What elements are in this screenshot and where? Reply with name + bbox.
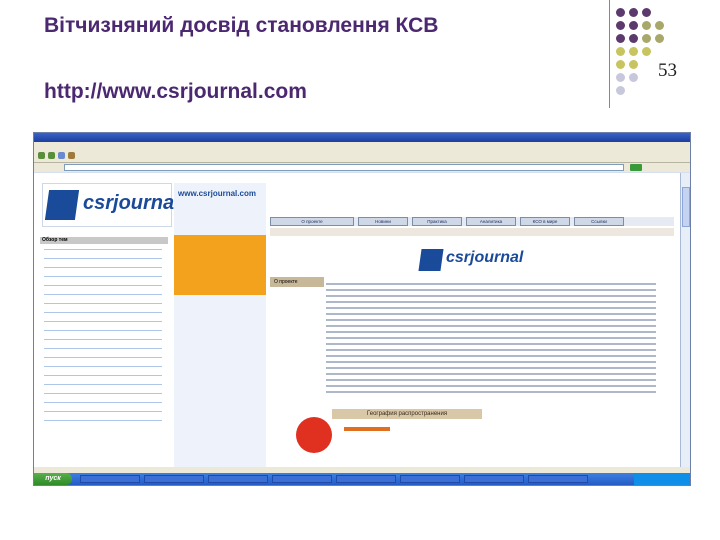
sidebar-link[interactable]: [44, 373, 168, 379]
sidebar-link[interactable]: [44, 319, 168, 325]
dot: [642, 21, 651, 30]
featured-banner[interactable]: [174, 235, 266, 295]
site-nav: О проекте Новини Практика Аналитика КСО …: [270, 217, 674, 226]
vertical-scrollbar[interactable]: [680, 173, 690, 467]
taskbar-item[interactable]: [208, 475, 268, 483]
nav-item-analytics[interactable]: Аналитика: [466, 217, 516, 226]
sidebar-link[interactable]: [44, 265, 168, 271]
page-number: 53: [658, 60, 677, 81]
content-logo-text: csrjournal: [446, 249, 524, 266]
sidebar-link[interactable]: [44, 292, 168, 298]
site-logo[interactable]: csrjournal: [42, 183, 180, 227]
taskbar-item[interactable]: [144, 475, 204, 483]
nav-item-practice[interactable]: Практика: [412, 217, 462, 226]
dot: [642, 8, 651, 17]
sidebar-link[interactable]: [44, 355, 168, 361]
sidebar-link[interactable]: [44, 382, 168, 388]
browser-toolbar: [34, 150, 690, 163]
dot: [629, 60, 638, 69]
dot: [616, 47, 625, 56]
dot: [655, 21, 664, 30]
sidebar-link[interactable]: [44, 364, 168, 370]
dot: [616, 86, 625, 95]
dot: [616, 21, 625, 30]
dot: [642, 34, 651, 43]
content-logo: csrjournal: [418, 247, 524, 273]
scroll-thumb[interactable]: [682, 187, 690, 227]
taskbar-item[interactable]: [272, 475, 332, 483]
content-text-block: [326, 283, 656, 397]
browser-menubar: [34, 142, 690, 150]
red-circle-graphic: [296, 417, 332, 453]
middle-site-url[interactable]: www.csrjournal.com: [178, 189, 256, 198]
sidebar-link[interactable]: [44, 337, 168, 343]
sidebar-link[interactable]: [44, 409, 168, 415]
sidebar-link[interactable]: [44, 274, 168, 280]
dot: [616, 34, 625, 43]
sidebar-link[interactable]: [44, 283, 168, 289]
nav-item-about[interactable]: О проекте: [270, 217, 354, 226]
slide-title: Вітчизняний досвід становлення КСВ: [44, 14, 439, 37]
divider-line: [609, 0, 610, 108]
system-tray: [634, 473, 690, 485]
dot: [655, 34, 664, 43]
site-subnav: [270, 228, 674, 236]
address-bar: [34, 163, 690, 172]
forward-icon[interactable]: [48, 152, 55, 159]
decorative-dot-grid: [616, 8, 696, 108]
sidebar-link[interactable]: [44, 328, 168, 334]
logo-mark-icon: [44, 190, 80, 220]
back-icon[interactable]: [38, 152, 45, 159]
browser-titlebar: [34, 133, 690, 142]
nav-item-links[interactable]: Ссылки: [574, 217, 624, 226]
geography-box: География распространения: [332, 409, 482, 419]
sidebar-link[interactable]: [44, 418, 168, 424]
taskbar-item[interactable]: [464, 475, 524, 483]
dot: [629, 21, 638, 30]
dot: [642, 47, 651, 56]
middle-column: www.csrjournal.com: [174, 183, 266, 467]
slide-url[interactable]: http://www.csrjournal.com: [44, 80, 307, 104]
left-sidebar-header: Обзор тем: [40, 237, 168, 244]
taskbar-item[interactable]: [400, 475, 460, 483]
arrow-graphic: [344, 427, 390, 431]
dot: [616, 8, 625, 17]
nav-item-news[interactable]: Новини: [358, 217, 408, 226]
main-content: csrjournal О проекте География распростр…: [270, 239, 674, 467]
dot: [629, 47, 638, 56]
dot: [616, 73, 625, 82]
dot: [629, 73, 638, 82]
address-input[interactable]: [64, 164, 624, 171]
dot: [629, 34, 638, 43]
sidebar-link[interactable]: [44, 346, 168, 352]
sidebar-link[interactable]: [44, 391, 168, 397]
taskbar-item[interactable]: [336, 475, 396, 483]
sidebar-link[interactable]: [44, 247, 168, 253]
dot: [629, 8, 638, 17]
sidebar-link[interactable]: [44, 310, 168, 316]
home-icon[interactable]: [68, 152, 75, 159]
start-button[interactable]: пуск: [34, 473, 72, 485]
sidebar-link[interactable]: [44, 400, 168, 406]
left-sidebar: Обзор тем: [40, 237, 168, 467]
go-button[interactable]: [630, 164, 642, 171]
content-tab-about[interactable]: О проекте: [270, 277, 324, 287]
browser-screenshot: csrjournal Обзор тем www.csrjournal.com …: [33, 132, 691, 486]
nav-item-csr-world[interactable]: КСО в мире: [520, 217, 570, 226]
content-logo-mark-icon: [418, 249, 444, 271]
sidebar-link[interactable]: [44, 301, 168, 307]
page-viewport: csrjournal Обзор тем www.csrjournal.com …: [34, 173, 680, 467]
taskbar-item[interactable]: [80, 475, 140, 483]
sidebar-link[interactable]: [44, 256, 168, 262]
taskbar-item[interactable]: [528, 475, 588, 483]
windows-taskbar: пуск: [34, 473, 690, 485]
logo-text: csrjournal: [83, 192, 180, 214]
refresh-icon[interactable]: [58, 152, 65, 159]
dot: [616, 60, 625, 69]
